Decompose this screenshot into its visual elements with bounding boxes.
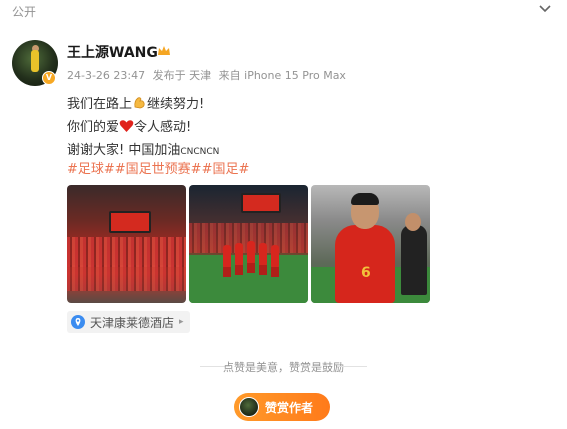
red-heart-icon: [119, 120, 134, 132]
divider-right: [337, 366, 367, 367]
avatar: [239, 397, 259, 417]
crown-icon: [158, 46, 170, 55]
location-tag[interactable]: 天津康莱德酒店 ▸: [67, 311, 190, 333]
team-celebration-photo[interactable]: [189, 185, 308, 303]
post-line-3: 谢谢大家! 中国加油CNCNCN: [67, 143, 220, 158]
post-top-bar: 公开: [0, 0, 567, 22]
post-line-2: 你们的爱 令人感动!: [67, 120, 192, 135]
post-time[interactable]: 24-3-26 23:47: [67, 69, 145, 82]
praise-text: 点赞是美意，赞赏是鼓励: [223, 361, 344, 374]
post-location: 发布于 天津: [152, 69, 212, 82]
stadium-crowd-photo[interactable]: [67, 185, 186, 303]
hashtags[interactable]: #足球##国足世预赛##国足#: [67, 158, 249, 177]
location-label: 天津康莱德酒店: [90, 315, 175, 330]
location-pin-icon: [71, 315, 85, 329]
post-meta: 24-3-26 23:47 发布于 天津 来自 iPhone 15 Pro Ma…: [67, 67, 350, 83]
reward-button-label: 赞赏作者: [265, 400, 314, 415]
post-device: 来自 iPhone 15 Pro Max: [218, 69, 346, 82]
chevron-down-icon[interactable]: [538, 4, 552, 14]
flexed-biceps-icon: [134, 97, 145, 109]
player-applause-photo[interactable]: 6: [311, 185, 430, 303]
visibility-label: 公开: [12, 5, 37, 19]
verified-badge-icon: V: [42, 71, 56, 85]
post-line-1: 我们在路上 继续努力!: [67, 97, 205, 112]
chevron-right-icon: ▸: [179, 317, 184, 327]
reward-author-button[interactable]: 赞赏作者: [234, 393, 330, 421]
author-name[interactable]: 王上源WANG: [67, 42, 158, 62]
